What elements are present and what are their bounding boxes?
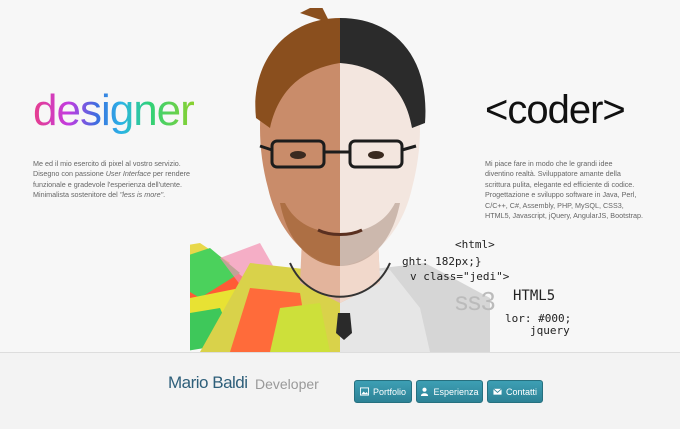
profile-role: Developer — [255, 376, 319, 392]
code-height: ght: 182px;} — [402, 255, 482, 268]
footer-bar — [0, 352, 680, 429]
profile-name: Mario Baldi — [168, 373, 248, 392]
contatti-button[interactable]: Contatti — [487, 380, 543, 403]
portrait-illustration — [190, 8, 490, 352]
code-div: v class="jedi"> — [410, 270, 510, 283]
portfolio-label: Portfolio — [372, 386, 407, 397]
designer-heading: designer — [33, 86, 195, 135]
designer-description: Me ed il mio esercito di pixel al vostro… — [33, 159, 191, 200]
esperienza-label: Esperienza — [433, 386, 479, 397]
code-html5: HTML5 — [513, 288, 556, 304]
esperienza-button[interactable]: Esperienza — [416, 380, 483, 403]
coder-heading: <coder> — [485, 88, 626, 132]
coder-description: Mi piace fare in modo che le grandi idee… — [485, 159, 644, 221]
envelope-icon — [493, 388, 502, 395]
contatti-label: Contatti — [505, 386, 538, 397]
code-html-tag: <html> — [455, 238, 495, 251]
user-icon — [421, 387, 429, 396]
image-icon — [359, 387, 369, 396]
code-css3: ss3 — [455, 286, 496, 316]
hero: <html> ght: 182px;} v class="jedi"> ss3 … — [0, 0, 680, 352]
portfolio-button[interactable]: Portfolio — [354, 380, 412, 403]
code-jquery: jquery — [530, 324, 570, 337]
